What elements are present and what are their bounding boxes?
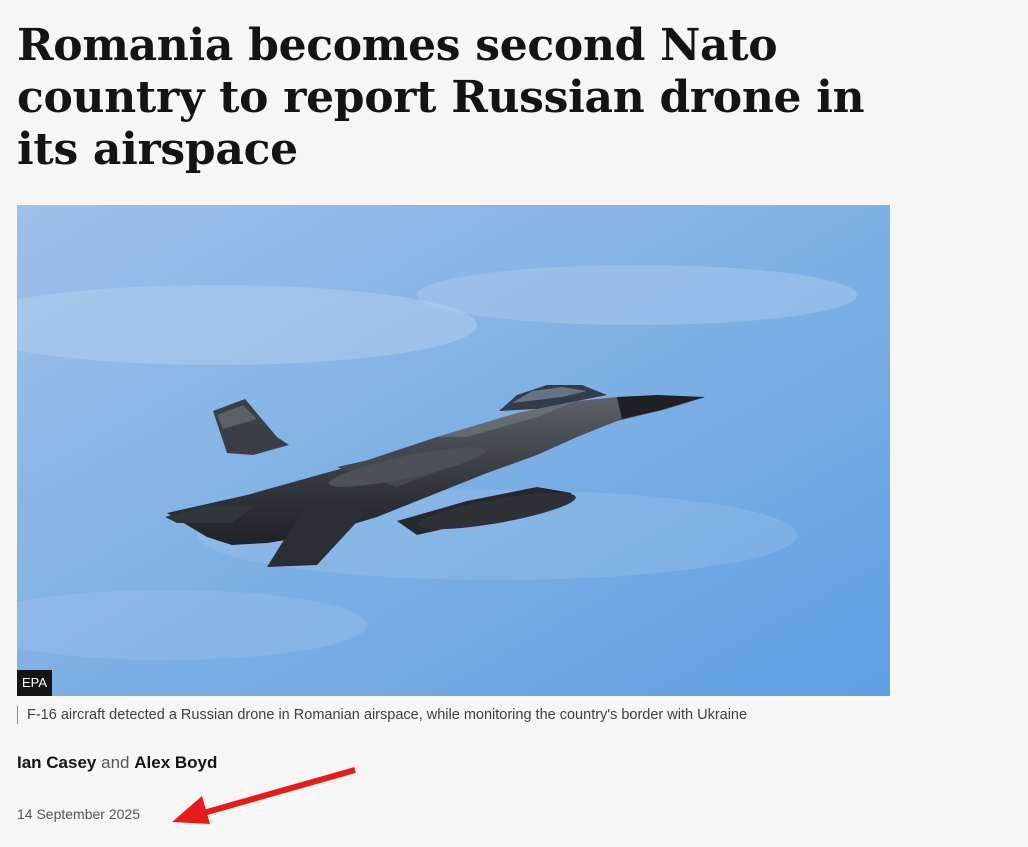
article-headline: Romania becomes second Nato country to r… <box>17 20 865 175</box>
publish-date: 14 September 2025 <box>17 806 140 822</box>
author-link-1[interactable]: Ian Casey <box>17 753 96 772</box>
image-credit-badge: EPA <box>17 670 53 696</box>
image-caption: F-16 aircraft detected a Russian drone i… <box>17 706 747 724</box>
f16-jet-illustration <box>17 205 890 696</box>
article-hero-image: EPA <box>17 205 890 696</box>
red-arrow-icon <box>172 767 356 824</box>
byline-conjunction: and <box>101 753 130 772</box>
